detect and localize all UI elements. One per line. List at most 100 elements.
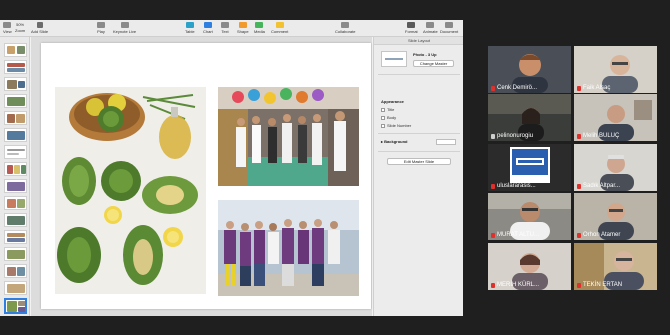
view-button[interactable]: View [3, 22, 12, 34]
slide-thumbnail[interactable] [4, 264, 27, 278]
screen: View 50% Zoom Add Slide Play Keynote Live… [0, 0, 670, 335]
text-icon [221, 22, 229, 28]
participant-tile[interactable]: Orhon Atamer [574, 193, 657, 240]
participant-name: pelinonurogiu [491, 133, 533, 139]
collaborate-icon [341, 22, 350, 28]
play-button[interactable]: Play [97, 22, 105, 34]
slide-thumbnail[interactable] [4, 43, 27, 57]
background-color-well[interactable] [436, 139, 456, 145]
change-master-button[interactable]: Change Master [413, 60, 454, 67]
divider [378, 151, 460, 152]
play-icon [97, 22, 105, 28]
muted-mic-icon [577, 282, 581, 288]
purple-group-photo[interactable] [218, 200, 359, 296]
keynote-live-icon [120, 22, 129, 28]
participant-tile[interactable]: MURAT ALTU... [488, 193, 571, 240]
slide-thumbnail[interactable] [4, 281, 27, 295]
title-checkbox[interactable]: Title [381, 107, 394, 112]
slide-number-checkbox[interactable]: Slide Number [381, 123, 411, 128]
zoom-button[interactable]: 50% Zoom [15, 22, 25, 33]
format-button[interactable]: Format [405, 22, 418, 34]
slide-thumbnail[interactable] [4, 128, 27, 142]
collaborate-button[interactable]: Collaborate [335, 22, 355, 34]
participant-tile[interactable]: uluslararasis... [488, 144, 571, 191]
document-icon [445, 22, 454, 28]
add-slide-icon [36, 22, 43, 28]
table-icon [185, 22, 194, 28]
participant-name: uluslararasis... [491, 183, 536, 189]
divider [378, 74, 460, 75]
slide-thumbnail[interactable] [4, 247, 27, 261]
participant-tile[interactable]: Sadık Altpar... [574, 144, 657, 191]
media-button[interactable]: Media [254, 22, 265, 34]
muted-mic-icon [577, 85, 581, 91]
participant-name: Cenk Demirö... [491, 85, 537, 91]
participant-name: Orhon Atamer [577, 232, 620, 238]
slide-thumbnail[interactable] [4, 77, 27, 91]
slide-thumbnail[interactable] [4, 213, 27, 227]
master-thumbnail [381, 51, 407, 67]
divider [378, 133, 460, 134]
muted-mic-icon [577, 133, 581, 139]
slide-thumbnail[interactable] [4, 94, 27, 108]
slide-thumbnail[interactable] [4, 60, 27, 74]
layout-name: Photo - 3 Up [413, 52, 437, 57]
chart-button[interactable]: Chart [203, 22, 213, 34]
artichoke-photo[interactable] [55, 87, 206, 294]
muted-mic-icon [491, 282, 495, 288]
muted-mic-icon [577, 232, 581, 238]
slide-navigator [0, 37, 30, 316]
table-button[interactable]: Table [185, 22, 195, 34]
checkbox-box [381, 107, 385, 112]
animate-button[interactable]: Animate [423, 22, 438, 34]
inspector-header: Slide Layout [374, 37, 463, 45]
muted-mic-icon [491, 183, 495, 189]
format-inspector: Slide Layout Photo - 3 Up Change Master … [373, 37, 463, 316]
participant-tile[interactable]: Faik Alsaç [574, 46, 657, 93]
muted-mic-icon [491, 85, 495, 91]
comment-button[interactable]: Comment [271, 22, 288, 34]
text-button[interactable]: Text [221, 22, 229, 34]
slide-thumbnail[interactable] [4, 179, 27, 193]
participant-tile[interactable]: TEKİN ERTAN [574, 243, 657, 290]
add-slide-button[interactable]: Add Slide [31, 22, 48, 34]
body-checkbox[interactable]: Body [381, 115, 396, 120]
participant-tile-active-speaker[interactable]: pelinonurogiu [488, 94, 571, 141]
checkbox-box [381, 123, 385, 128]
media-icon [255, 22, 264, 28]
slide-thumbnail[interactable] [4, 111, 27, 125]
format-icon [407, 22, 416, 28]
participant-tile[interactable]: Cenk Demirö... [488, 46, 571, 93]
edit-master-slide-button[interactable]: Edit Master Slide [387, 158, 451, 165]
slide-thumbnail[interactable] [4, 230, 27, 244]
participant-name: Faik Alsaç [577, 85, 610, 91]
slide-thumbnail[interactable] [4, 196, 27, 210]
street-group-photo[interactable] [218, 87, 359, 186]
chart-icon [203, 22, 212, 28]
mic-icon [491, 133, 495, 139]
view-icon [3, 22, 12, 28]
shape-icon [238, 22, 247, 28]
background-label[interactable]: ▸ Background [381, 139, 407, 144]
participant-tile[interactable]: MERİH KÜRL... [488, 243, 571, 290]
artichoke-image [55, 87, 206, 294]
slide-canvas [31, 37, 372, 316]
participant-name: MURAT ALTU... [491, 232, 539, 238]
street-group-image [218, 87, 359, 186]
participant-name: TEKİN ERTAN [577, 282, 622, 288]
keynote-window: View 50% Zoom Add Slide Play Keynote Live… [0, 20, 463, 316]
slide-thumbnail-selected[interactable] [4, 298, 27, 314]
participant-name: Sadık Altpar... [577, 183, 620, 189]
slide-thumbnail[interactable] [4, 162, 27, 176]
muted-mic-icon [491, 232, 495, 238]
shape-button[interactable]: Shape [237, 22, 249, 34]
participant-name: Melih BULUÇ [577, 133, 619, 139]
muted-mic-icon [577, 183, 581, 189]
keynote-live-button[interactable]: Keynote Live [113, 22, 136, 34]
slide-thumbnail[interactable] [4, 145, 27, 159]
current-slide[interactable] [41, 43, 371, 309]
comment-icon [275, 22, 284, 28]
participant-tile[interactable]: Melih BULUÇ [574, 94, 657, 141]
participant-name: MERİH KÜRL... [491, 282, 539, 288]
document-button[interactable]: Document [440, 22, 458, 34]
